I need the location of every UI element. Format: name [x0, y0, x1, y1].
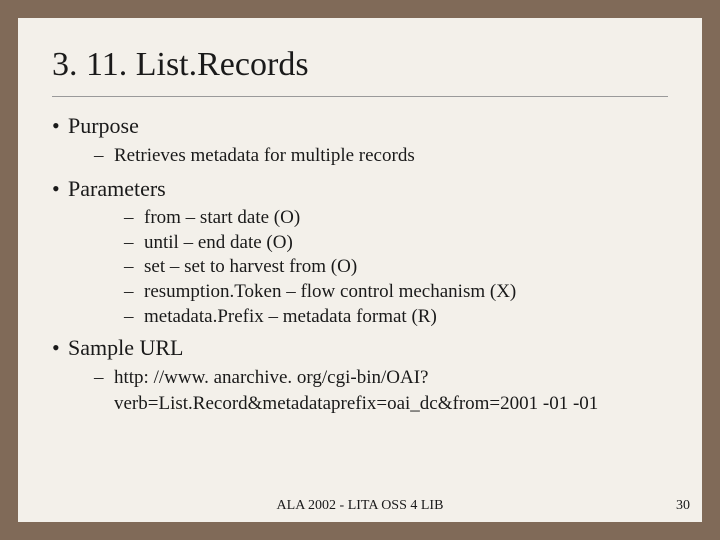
param-text: set – set to harvest from (O) — [144, 256, 357, 277]
dash-glyph: – — [94, 143, 104, 169]
bullet-label: Sample URL — [68, 335, 184, 360]
slide-content: • Purpose – Retrieves metadata for multi… — [52, 111, 668, 416]
url-text: http: //www. anarchive. org/cgi-bin/OAI?… — [114, 367, 598, 414]
param-item: – from – start date (O) — [68, 206, 668, 231]
bullet-label: Parameters — [68, 176, 166, 201]
subitem-text: Retrieves metadata for multiple records — [114, 145, 415, 166]
subitem: – Retrieves metadata for multiple record… — [68, 143, 668, 169]
param-item: – until – end date (O) — [68, 231, 668, 256]
param-text: until – end date (O) — [144, 232, 293, 253]
bullet-parameters: • Parameters – from – start date (O) – u… — [52, 174, 668, 329]
bullet-label: Purpose — [68, 113, 139, 138]
param-item: – metadata.Prefix – metadata format (R) — [68, 305, 668, 330]
slide-title: 3. 11. List.Records — [52, 46, 668, 84]
slide-footer: ALA 2002 - LITA OSS 4 LIB — [18, 498, 702, 514]
dash-glyph: – — [124, 255, 134, 280]
param-text: resumption.Token – flow control mechanis… — [144, 281, 516, 302]
param-text: from – start date (O) — [144, 207, 300, 228]
dash-glyph: – — [124, 305, 134, 330]
param-item: – set – set to harvest from (O) — [68, 255, 668, 280]
bullet-glyph: • — [52, 333, 60, 363]
param-text: metadata.Prefix – metadata format (R) — [144, 306, 437, 327]
bullet-glyph: • — [52, 174, 60, 204]
param-item: – resumption.Token – flow control mechan… — [68, 280, 668, 305]
title-divider — [52, 96, 668, 97]
sublist-sample: – http: //www. anarchive. org/cgi-bin/OA… — [68, 365, 668, 416]
bullet-glyph: • — [52, 111, 60, 141]
dash-glyph: – — [124, 206, 134, 231]
sublist-purpose: – Retrieves metadata for multiple record… — [68, 143, 668, 169]
dash-glyph: – — [124, 280, 134, 305]
dash-glyph: – — [124, 231, 134, 256]
subitem-url: – http: //www. anarchive. org/cgi-bin/OA… — [68, 365, 668, 416]
sublist-parameters: – from – start date (O) – until – end da… — [68, 206, 668, 329]
bullet-purpose: • Purpose – Retrieves metadata for multi… — [52, 111, 668, 168]
slide: 3. 11. List.Records • Purpose – Retrieve… — [18, 18, 702, 522]
bullet-sample-url: • Sample URL – http: //www. anarchive. o… — [52, 333, 668, 416]
slide-number: 30 — [676, 498, 690, 514]
bullet-list: • Purpose – Retrieves metadata for multi… — [52, 111, 668, 416]
dash-glyph: – — [94, 365, 104, 391]
